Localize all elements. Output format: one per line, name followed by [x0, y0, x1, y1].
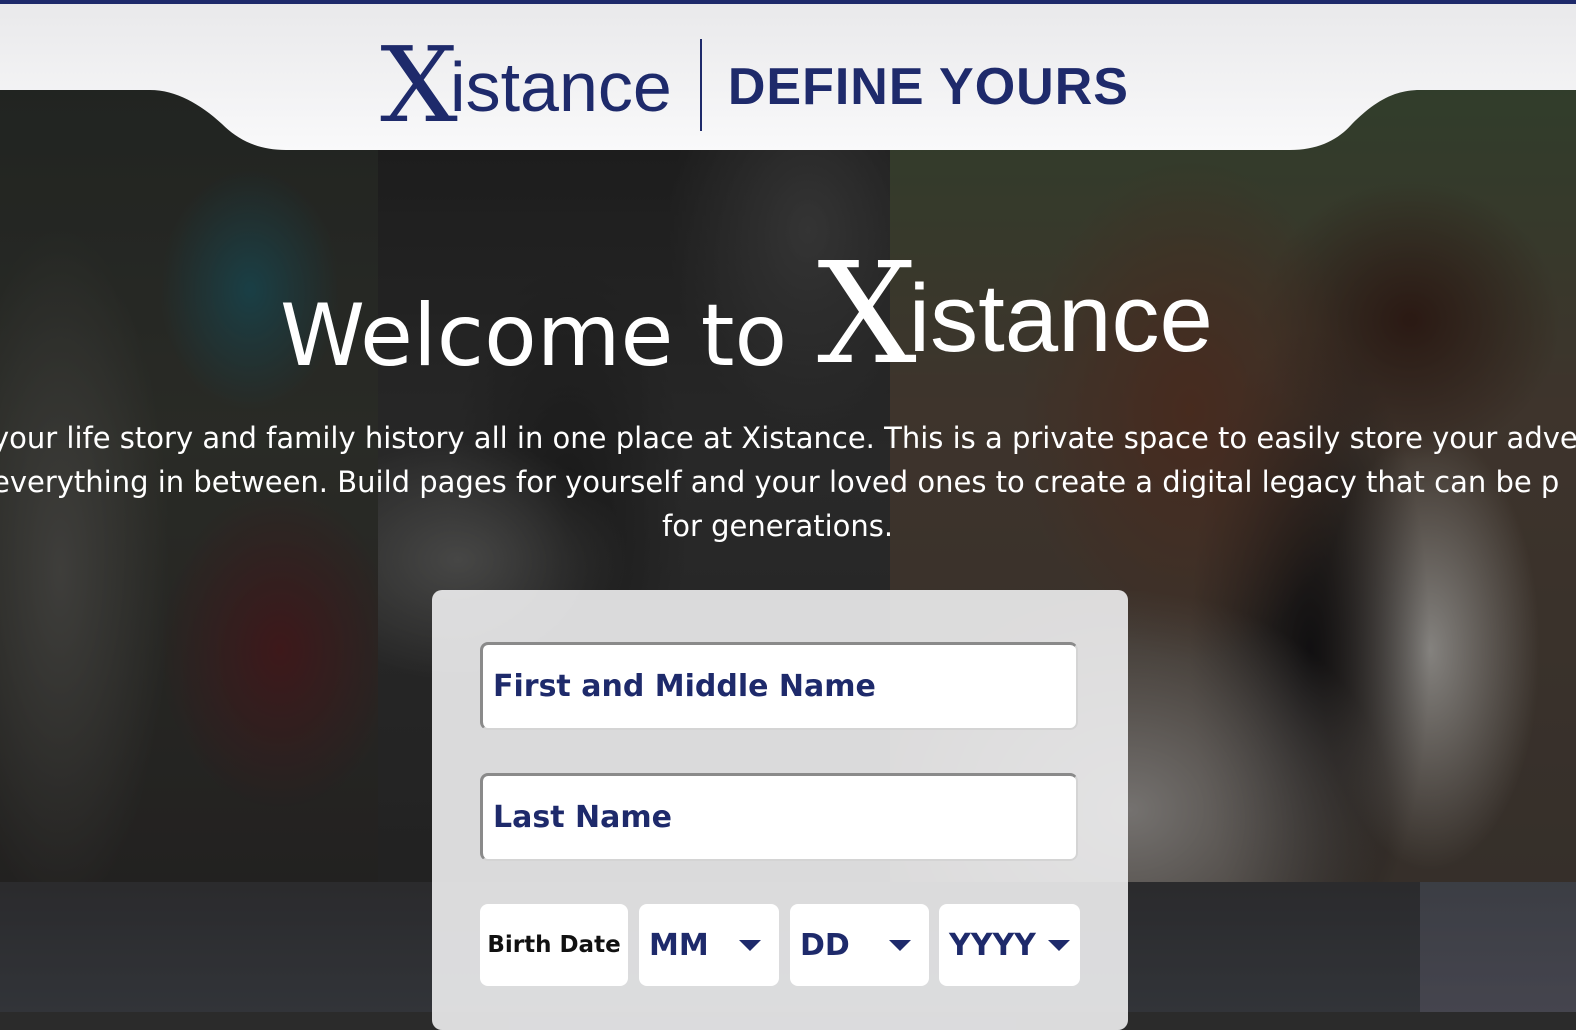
- birth-day-value: DD: [800, 927, 850, 963]
- signup-form: Birth Date MM DD YYYY: [432, 590, 1128, 1030]
- logo-divider: [699, 39, 702, 131]
- birth-month-select[interactable]: MM: [639, 904, 779, 986]
- birth-month-value: MM: [649, 927, 709, 963]
- chevron-down-icon: [739, 940, 761, 951]
- brand-logo[interactable]: X istance DEFINE YOURS: [380, 24, 1129, 146]
- hero-title: Welcome to X istance: [280, 245, 1213, 385]
- hero-welcome-text: Welcome to: [280, 286, 788, 386]
- birth-day-select[interactable]: DD: [790, 904, 929, 986]
- intro-line-2: everything in between. Build pages for y…: [0, 465, 1560, 499]
- birth-date-label: Birth Date: [480, 904, 628, 986]
- intro-line-3: for generations.: [662, 509, 894, 543]
- site-header: X istance DEFINE YOURS: [0, 4, 1576, 152]
- logo-x-glyph: X: [380, 24, 458, 146]
- top-rule: [0, 0, 1576, 4]
- logo-tagline: DEFINE YOURS: [727, 58, 1129, 116]
- intro-line-1: your life story and family history all i…: [0, 421, 1576, 455]
- hero-logo-wordmark: istance: [908, 265, 1213, 372]
- first-middle-name-input[interactable]: [480, 642, 1078, 730]
- chevron-down-icon: [889, 940, 911, 951]
- logo-wordmark: istance: [450, 48, 672, 126]
- chevron-down-icon: [1048, 940, 1070, 951]
- birth-year-value: YYYY: [949, 927, 1036, 963]
- last-name-input[interactable]: [480, 773, 1078, 861]
- birth-year-select[interactable]: YYYY: [939, 904, 1080, 986]
- hero-logo-x-glyph: X: [817, 233, 917, 396]
